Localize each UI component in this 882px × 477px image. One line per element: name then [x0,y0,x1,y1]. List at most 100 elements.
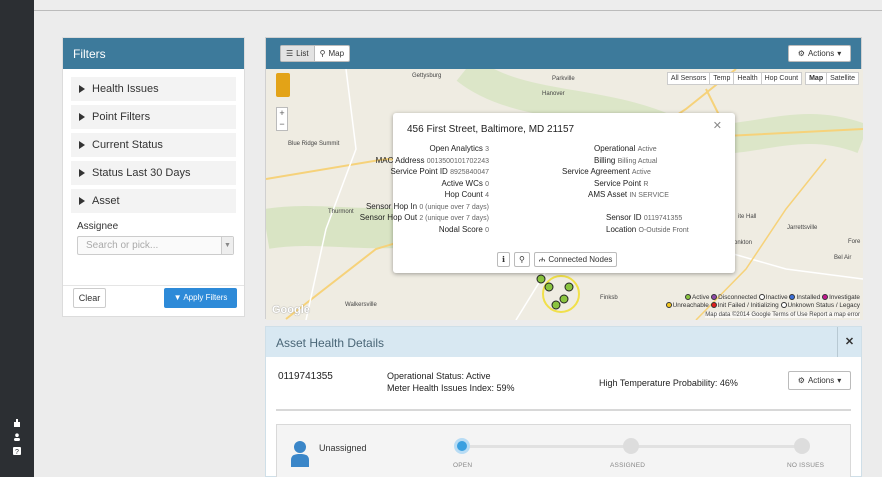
map-type-all-sensors[interactable]: All Sensors [666,72,711,85]
step-open-label: OPEN [453,462,473,469]
asset-id: 0119741355 [278,371,333,382]
popup-field-value: 4 [485,192,489,199]
popup-left-row: Sensor Hop In 0 (unique over 7 days) [366,202,489,211]
close-icon[interactable]: ✕ [713,119,722,132]
popup-field-value: 0 [485,180,489,188]
popup-toolbar: ℹ ⚲ ሐ Connected Nodes [497,252,618,267]
gear-icon: ⚙ [797,376,805,385]
popup-field-value: R [643,180,649,188]
zoom-to-button[interactable]: ⚲ [514,252,530,267]
popup-right-row: Billing Billing Actual [594,156,657,165]
workflow-card: Unassigned OPEN ASSIGNED NO ISSUES [276,424,851,477]
step-assigned-dot[interactable] [623,438,639,454]
gear-icon: ⚙ [797,49,805,58]
assignee-select[interactable]: Search or pick... ▼ [77,236,234,255]
popup-right-row: Operational Active [594,144,657,153]
map-type-map[interactable]: Map [805,72,828,85]
popup-left-row: Active WCs 0 [442,179,489,188]
popup-field-label: Active WCs [441,178,483,188]
legend-inactive-dot [758,294,765,300]
popup-field-value: 2 (unique over 7 days) [419,215,489,222]
legend-init-failed-dot [710,302,717,308]
map-type-satellite[interactable]: Satellite [826,72,859,85]
popup-right-row: Service Agreement Active [562,167,651,176]
google-logo: Google [272,304,310,316]
help-icon[interactable]: ? [13,447,21,455]
filters-title: Filters [63,38,244,69]
assignee-placeholder: Search or pick... [86,240,159,251]
popup-right-row: Location O-Outside Front [606,225,689,234]
popup-field-value: 0 (unique over 7 days) [419,203,489,211]
popup-field-label: Open Analytics [429,144,483,153]
chevron-down-icon: ▾ [837,376,842,385]
popup-field-value: Billing Actual [617,157,658,165]
map-actions-button[interactable]: ⚙ Actions ▾ [788,45,851,62]
popup-left-row: Service Point ID 8925840047 [390,167,489,176]
popup-right-row: Sensor ID 0119741355 [606,213,682,222]
assignee-label: Assignee [77,221,119,232]
operational-status: Operational Status: Active [387,371,491,381]
popup-field-value: O-Outside Front [638,226,689,234]
popup-field-label: Operational [594,144,636,153]
map-attribution[interactable]: Map data ©2014 Google Terms of Use Repor… [705,312,860,318]
filters-panel: Filters Health Issues Point Filters Curr… [62,37,245,317]
asset-actions-button[interactable]: ⚙ Actions ▾ [788,371,851,390]
step-open-dot[interactable] [454,438,470,454]
filter-asset[interactable]: Asset [71,189,236,213]
connected-nodes-button[interactable]: ሐ Connected Nodes [533,252,618,267]
avatar [291,441,309,467]
legend-unreachable-dot [665,302,672,308]
legend-disconnected-dot [711,294,718,300]
map-pin-icon: ⚲ [319,49,326,58]
popup-field-value: 0013500101702243 [426,157,489,165]
popup-field-label: Hop Count [444,190,483,199]
map-place-label: Jarrettsville [787,225,818,231]
filter-status-last-30-days[interactable]: Status Last 30 Days [71,161,236,185]
apply-filters-button[interactable]: ▼ Apply Filters [164,288,237,308]
zoom-in-button[interactable]: + [277,108,287,119]
temperature-probability: High Temperature Probability: 46% [599,378,738,388]
filter-current-status[interactable]: Current Status [71,133,236,157]
legend-active-dot [684,294,691,300]
assignee-name[interactable]: Unassigned [319,443,367,453]
info-button[interactable]: ℹ [497,252,511,267]
legend-line-2: Unreachable Init Failed / Initializing U… [530,302,860,310]
map-type-health[interactable]: Health [733,72,762,85]
legend-unknown-dot [780,302,787,308]
map-legend: Active Disconnected Inactive Installed I… [530,294,860,310]
legend-line-1: Active Disconnected Inactive Installed I… [530,294,860,302]
popup-field-value: Active [631,169,651,176]
asset-status-block: Operational Status: Active Meter Health … [387,370,515,394]
dropdown-icon[interactable]: ▼ [221,237,233,254]
map-type-hop-count[interactable]: Hop Count [760,72,803,85]
filter-health-issues[interactable]: Health Issues [71,77,236,101]
zoom-control[interactable]: + − [276,107,288,131]
street-view-pegman[interactable] [276,73,290,97]
asset-health-panel: Asset Health Details ✕ 0119741355 Operat… [265,326,862,477]
map-type-temp[interactable]: Temp [709,72,735,85]
map-view-button[interactable]: ⚲ Map [315,46,349,61]
map-place-label: Walkersville [345,302,377,308]
popup-field-value: 3 [485,146,489,153]
top-bar [34,0,882,11]
chevron-down-icon: ▾ [837,49,842,58]
network-icon: ሐ [538,254,546,264]
popup-right-row: AMS Asset IN SERVICE [588,190,669,199]
list-view-button[interactable]: ☰ List [281,46,315,61]
zoom-out-button[interactable]: − [277,119,287,130]
close-panel-button[interactable]: ✕ [837,327,861,357]
building-icon[interactable] [13,419,21,427]
sensor-popup: 456 First Street, Baltimore, MD 21157 ✕ … [360,113,735,273]
popup-field-value: 0119741355 [643,215,683,222]
popup-field-label: Nodal Score [438,224,483,234]
filter-point-filters[interactable]: Point Filters [71,105,236,129]
popup-field-label: Service Point [594,178,642,188]
popup-field-label: MAC Address [375,155,425,165]
popup-right-row: Service Point R [594,179,648,188]
map-place-label: ite Hall [738,214,757,220]
legend-investigate-dot [822,294,829,300]
popup-address: 456 First Street, Baltimore, MD 21157 [407,124,575,135]
user-icon[interactable] [13,433,21,441]
clear-button[interactable]: Clear [73,288,106,308]
step-no-issues-dot[interactable] [794,438,810,454]
